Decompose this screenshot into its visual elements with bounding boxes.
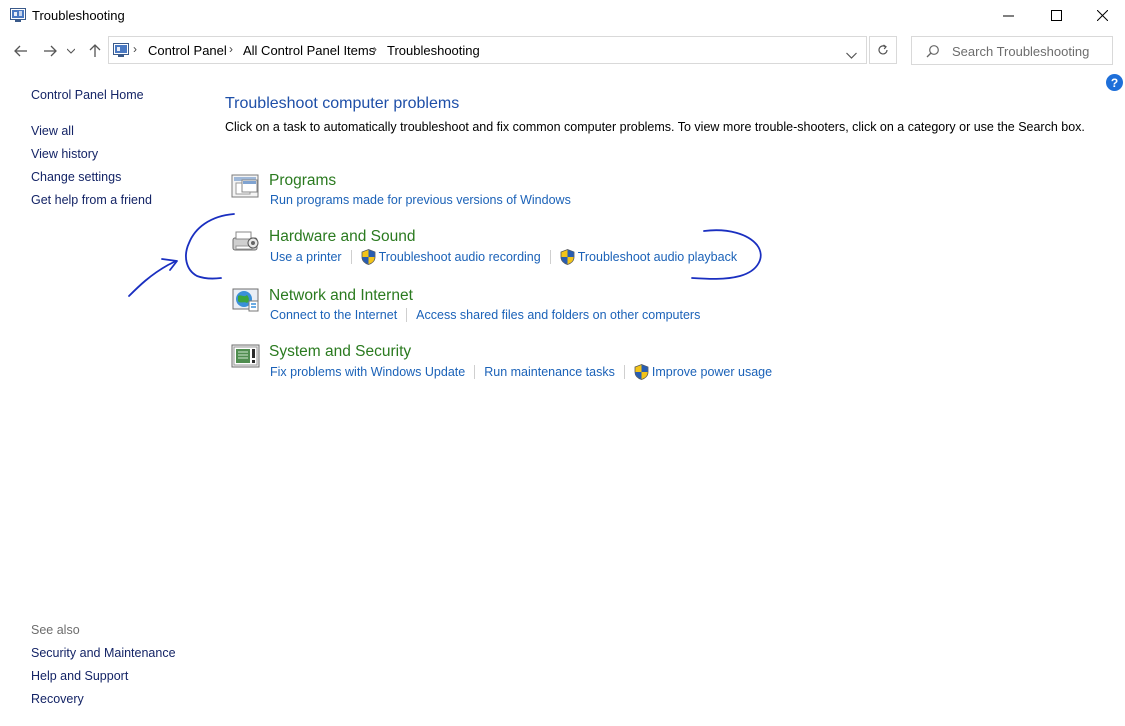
see-also-heading: See also — [31, 623, 80, 637]
task-run-older-programs[interactable]: Run programs made for previous versions … — [270, 193, 571, 207]
task-divider — [549, 250, 551, 264]
category-network-and-internet[interactable]: Network and Internet — [269, 287, 413, 305]
task-connect-to-internet[interactable]: Connect to the Internet — [270, 308, 397, 322]
control-panel-home-link[interactable]: Control Panel Home — [31, 88, 144, 102]
maximize-icon — [1050, 10, 1062, 21]
change-settings-link[interactable]: Change settings — [31, 170, 121, 184]
uac-shield-icon — [560, 249, 575, 265]
category-hardware-and-sound[interactable]: Hardware and Sound — [269, 228, 416, 246]
task-access-shared-files[interactable]: Access shared files and folders on other… — [416, 308, 700, 322]
task-run-maintenance[interactable]: Run maintenance tasks — [484, 365, 615, 379]
category-system-and-security[interactable]: System and Security — [269, 343, 411, 361]
help-support-link[interactable]: Help and Support — [31, 669, 128, 683]
annotation-arrow-head — [161, 258, 178, 271]
get-help-from-friend-link[interactable]: Get help from a friend — [31, 193, 152, 207]
arrow-up-icon — [89, 44, 101, 57]
page-description: Click on a task to automatically trouble… — [225, 120, 1085, 134]
task-label: Run programs made for previous versions … — [270, 193, 571, 207]
title-bar — [0, 0, 1125, 31]
control-panel-location-icon — [113, 43, 129, 57]
network-task-row: Connect to the Internet Access shared fi… — [270, 306, 700, 324]
search-input[interactable]: Search Troubleshooting — [952, 44, 1089, 59]
address-dropdown-button[interactable] — [846, 46, 857, 64]
minimize-button[interactable] — [985, 0, 1031, 31]
breadcrumb-control-panel[interactable]: Control Panel — [148, 43, 227, 58]
hardware-sound-icon — [232, 231, 259, 251]
task-divider — [474, 365, 476, 379]
category-programs[interactable]: Programs — [269, 172, 336, 190]
programs-icon — [231, 174, 259, 198]
window-title: Troubleshooting — [32, 8, 125, 23]
maximize-button[interactable] — [1033, 0, 1079, 31]
network-internet-icon — [232, 288, 259, 312]
search-icon — [926, 45, 939, 58]
task-label: Run maintenance tasks — [484, 365, 615, 379]
task-fix-windows-update[interactable]: Fix problems with Windows Update — [270, 365, 465, 379]
forward-button[interactable] — [38, 38, 62, 64]
chevron-down-icon — [67, 48, 75, 54]
refresh-button[interactable] — [869, 36, 897, 64]
task-label: Connect to the Internet — [270, 308, 398, 322]
close-icon — [1096, 10, 1108, 21]
task-label: Improve power usage — [651, 365, 773, 379]
task-label: Troubleshoot audio recording — [378, 250, 541, 264]
task-divider — [350, 250, 352, 264]
recent-locations-button[interactable] — [63, 38, 79, 64]
help-icon[interactable]: ? — [1106, 74, 1123, 91]
task-divider — [406, 308, 408, 322]
security-maintenance-link[interactable]: Security and Maintenance — [31, 646, 176, 660]
page-title: Troubleshoot computer problems — [225, 95, 460, 112]
minimize-icon — [1002, 15, 1014, 17]
back-button[interactable] — [9, 38, 33, 64]
task-label: Fix problems with Windows Update — [270, 365, 466, 379]
programs-task-row: Run programs made for previous versions … — [270, 191, 571, 209]
task-use-a-printer[interactable]: Use a printer — [270, 250, 342, 264]
search-box[interactable]: Search Troubleshooting — [911, 36, 1113, 65]
task-label: Use a printer — [270, 250, 342, 264]
breadcrumb-troubleshooting[interactable]: Troubleshooting — [387, 43, 480, 58]
task-troubleshoot-audio-playback[interactable]: Troubleshoot audio playback — [560, 249, 737, 265]
uac-shield-icon — [634, 364, 649, 380]
task-improve-power-usage[interactable]: Improve power usage — [634, 364, 772, 380]
recovery-link[interactable]: Recovery — [31, 692, 84, 706]
annotation-arrow-shaft — [128, 260, 177, 297]
breadcrumb-separator-icon: › — [133, 42, 137, 56]
uac-shield-icon — [361, 249, 375, 265]
control-panel-app-icon — [10, 8, 26, 22]
view-all-link[interactable]: View all — [31, 124, 74, 138]
task-label: Access shared files and folders on other… — [416, 308, 701, 322]
up-button[interactable] — [83, 38, 107, 64]
breadcrumb-separator-icon: › — [229, 42, 233, 56]
view-history-link[interactable]: View history — [31, 147, 98, 161]
task-troubleshoot-audio-recording[interactable]: Troubleshoot audio recording — [361, 249, 541, 265]
hardware-sound-task-row: Use a printer Troubleshoot audio recordi… — [270, 248, 737, 266]
close-button[interactable] — [1079, 0, 1125, 31]
chevron-down-icon — [846, 52, 857, 59]
system-security-task-row: Fix problems with Windows Update Run mai… — [270, 363, 772, 381]
system-security-icon — [231, 344, 260, 368]
annotation-left-bracket — [185, 213, 235, 280]
arrow-left-icon — [14, 45, 27, 57]
refresh-icon — [878, 44, 888, 55]
arrow-right-icon — [44, 45, 57, 57]
task-label: Troubleshoot audio playback — [577, 250, 738, 264]
breadcrumb-all-items[interactable]: All Control Panel Items — [243, 43, 375, 58]
breadcrumb-separator-icon: › — [373, 42, 377, 56]
task-divider — [623, 365, 625, 379]
